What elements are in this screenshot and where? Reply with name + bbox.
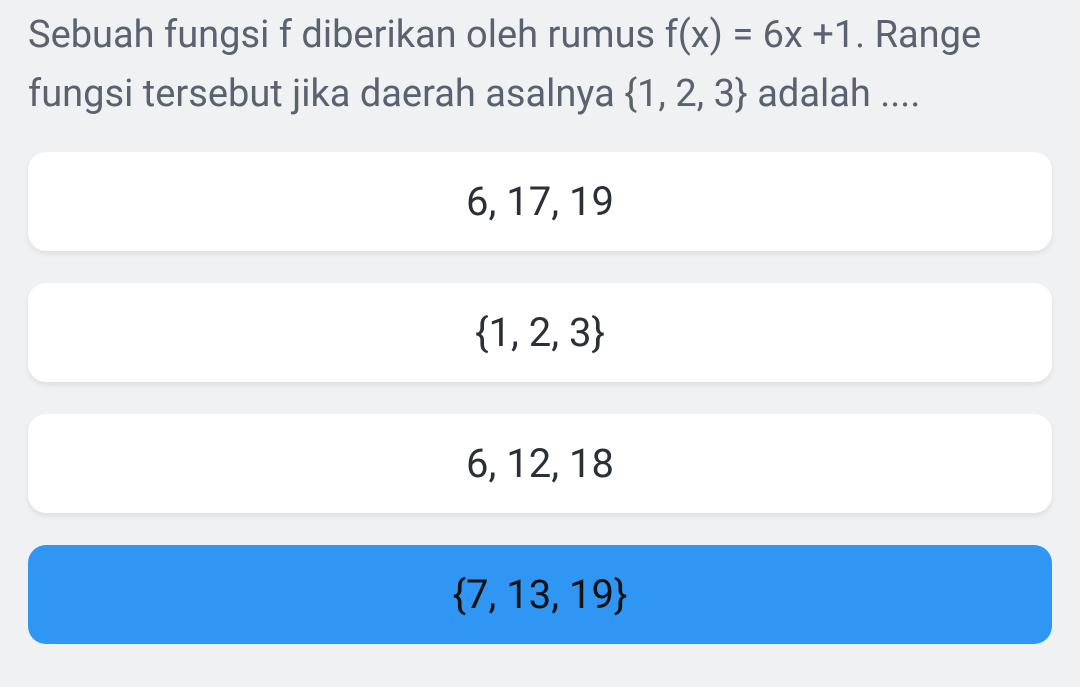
options-container: 6, 17, 19 {1, 2, 3} 6, 12, 18 {7, 13, 19…	[28, 152, 1052, 644]
option-4[interactable]: {7, 13, 19}	[28, 545, 1052, 644]
question-text: Sebuah fungsi f diberikan oleh rumus f(x…	[28, 0, 1052, 152]
option-1[interactable]: 6, 17, 19	[28, 152, 1052, 251]
option-3[interactable]: 6, 12, 18	[28, 414, 1052, 513]
option-2[interactable]: {1, 2, 3}	[28, 283, 1052, 382]
